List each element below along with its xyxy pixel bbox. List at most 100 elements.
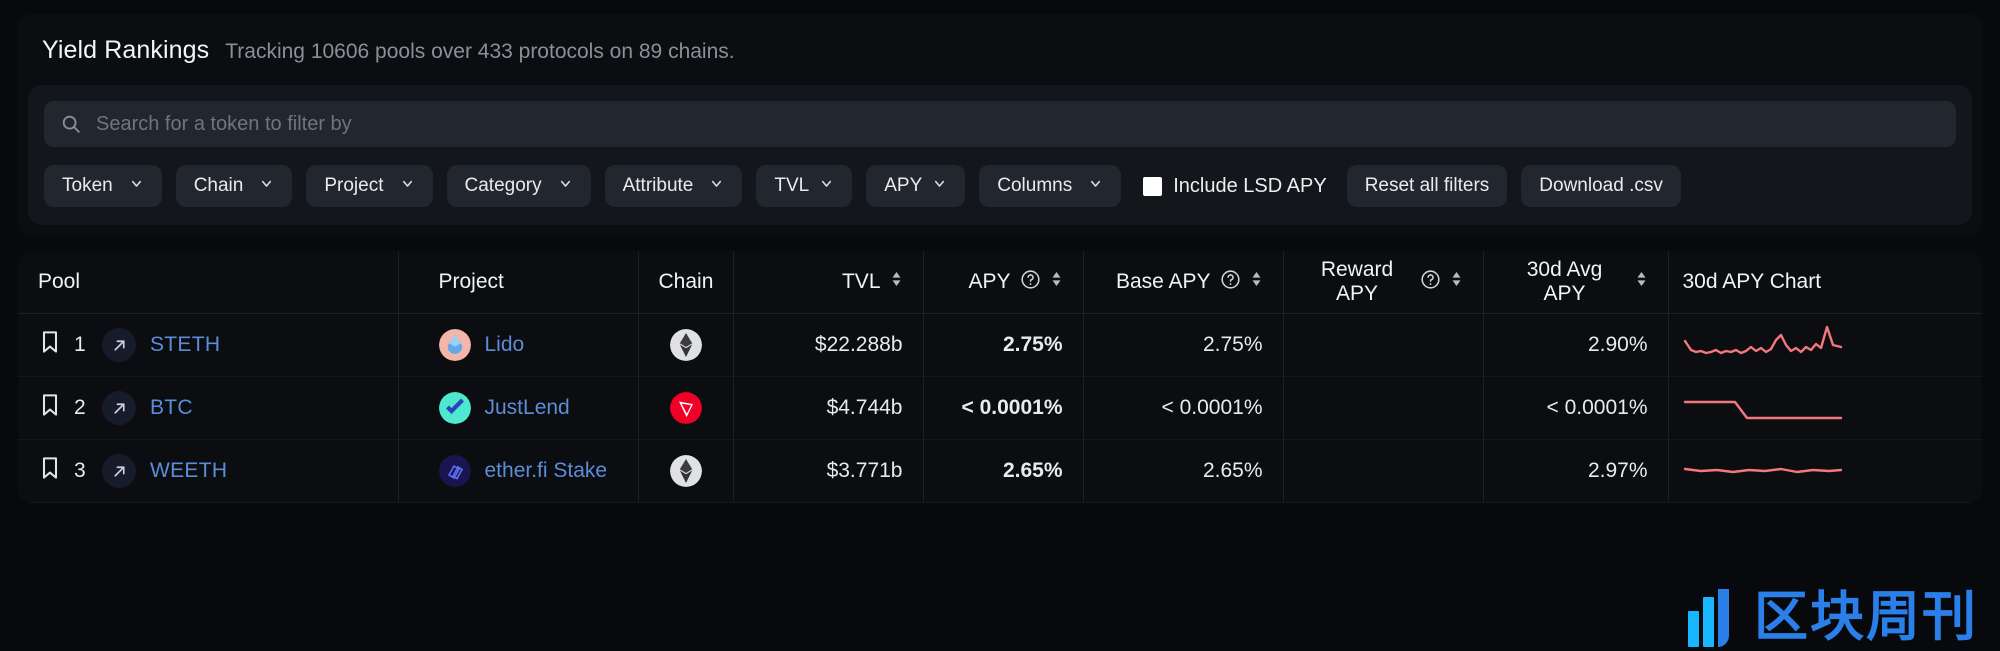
ethereum-logo (669, 329, 702, 361)
project-name[interactable]: JustLend (485, 396, 570, 420)
row-rank: 3 (74, 459, 86, 482)
include-lsd-apy-toggle[interactable]: Include LSD APY (1143, 174, 1327, 198)
base-apy-value: < 0.0001% (1161, 396, 1263, 419)
cell-30d-avg-apy: < 0.0001% (1482, 376, 1668, 440)
table-header-row: Pool Project Chain TVL APY Base APY Rewa… (18, 251, 1982, 314)
page-title: Yield Rankings (42, 36, 210, 64)
bookmark-icon[interactable] (40, 330, 60, 360)
column-header-30d-avg-apy[interactable]: 30d Avg APY (1482, 251, 1668, 314)
filter-apy-dropdown[interactable]: APY (866, 165, 966, 207)
column-header-chain[interactable]: Chain (637, 251, 733, 314)
reset-all-filters-button[interactable]: Reset all filters (1346, 165, 1508, 207)
external-link-icon[interactable] (102, 454, 136, 488)
cell-apy: 2.65% (922, 439, 1083, 503)
filter-token-label: Token (62, 175, 113, 196)
chevron-down-icon (129, 175, 144, 197)
column-header-project[interactable]: Project (397, 251, 638, 314)
cell-apy: < 0.0001% (922, 376, 1083, 440)
column-header-30d-apy-chart: 30d APY Chart (1667, 251, 1982, 314)
table-row[interactable]: 2 BTC JustLend $4.744b < 0.0001% < 0.000… (18, 376, 1982, 440)
tvl-value: $3.771b (826, 459, 903, 482)
cell-tvl: $3.771b (732, 439, 923, 503)
bookmark-icon[interactable] (40, 456, 60, 486)
filter-attribute-dropdown[interactable]: Attribute (604, 165, 743, 207)
pool-name[interactable]: BTC (150, 396, 193, 420)
project-name[interactable]: ether.fi Stake (485, 459, 608, 483)
avg-30d-value: 2.97% (1587, 459, 1648, 482)
cell-reward-apy (1282, 376, 1483, 440)
chevron-down-icon (709, 175, 724, 197)
project-name[interactable]: Lido (485, 333, 525, 357)
sort-icon[interactable] (1050, 270, 1063, 294)
filter-row: Token Chain Project Category Attribute T… (44, 165, 1956, 207)
avg-30d-value: < 0.0001% (1546, 396, 1648, 419)
table-row[interactable]: 3 WEETH ether.fi Stake $3.771b 2.65% 2.6… (18, 439, 1982, 503)
chevron-down-icon (259, 175, 274, 197)
page-header: Yield Rankings Tracking 10606 pools over… (18, 14, 1982, 85)
help-icon[interactable] (1020, 269, 1041, 296)
column-header-apy[interactable]: APY (922, 251, 1083, 314)
column-label-30d-apy-chart: 30d APY Chart (1682, 270, 1822, 293)
base-apy-value: 2.65% (1202, 459, 1263, 482)
sort-icon[interactable] (890, 270, 903, 294)
pool-name[interactable]: STETH (150, 333, 220, 357)
filter-category-dropdown[interactable]: Category (446, 165, 591, 207)
pool-name[interactable]: WEETH (150, 459, 227, 483)
table-row[interactable]: 1 STETH Lido $22.288b 2.75% 2.75% 2.90% (18, 313, 1982, 377)
external-link-icon[interactable] (102, 391, 136, 425)
column-label-project: Project (438, 270, 504, 293)
filter-tvl-label: TVL (774, 175, 810, 196)
chevron-down-icon (1088, 175, 1103, 197)
cell-pool: 2 BTC (18, 376, 398, 440)
chevron-down-icon (819, 175, 834, 197)
external-link-icon[interactable] (102, 328, 136, 362)
column-header-reward-apy[interactable]: Reward APY (1282, 251, 1483, 314)
cell-project: JustLend (397, 376, 638, 440)
filter-token-dropdown[interactable]: Token (44, 165, 162, 207)
filter-project-dropdown[interactable]: Project (306, 165, 433, 207)
watermark-logo-icon (1688, 589, 1729, 647)
avg-30d-value: 2.90% (1587, 333, 1648, 356)
column-label-tvl: TVL (841, 270, 881, 293)
column-label-pool: Pool (38, 270, 81, 293)
search-input[interactable] (96, 112, 1940, 136)
cell-pool: 3 WEETH (18, 439, 398, 503)
search-bar[interactable] (44, 101, 1956, 147)
sparkline-chart (1683, 400, 1842, 420)
column-header-base-apy[interactable]: Base APY (1082, 251, 1283, 314)
cell-30d-chart (1667, 313, 1982, 377)
top-panel: Yield Rankings Tracking 10606 pools over… (18, 14, 1982, 237)
chevron-down-icon (400, 175, 415, 197)
help-icon[interactable] (1420, 269, 1441, 296)
help-icon[interactable] (1220, 269, 1241, 296)
filter-tvl-dropdown[interactable]: TVL (756, 165, 853, 207)
bookmark-icon[interactable] (40, 393, 60, 423)
cell-30d-avg-apy: 2.90% (1482, 313, 1668, 377)
ethereum-logo (669, 455, 702, 487)
filter-chain-dropdown[interactable]: Chain (175, 165, 293, 207)
column-label-apy: APY (968, 270, 1011, 293)
chevron-down-icon (558, 175, 573, 197)
cell-project: Lido (397, 313, 638, 377)
row-rank: 2 (74, 396, 86, 419)
filter-columns-dropdown[interactable]: Columns (979, 165, 1122, 207)
cell-project: ether.fi Stake (397, 439, 638, 503)
base-apy-value: 2.75% (1202, 333, 1263, 356)
include-lsd-apy-label: Include LSD APY (1173, 174, 1327, 197)
cell-chain (637, 313, 733, 377)
tron-logo (669, 392, 702, 424)
sparkline-chart (1683, 467, 1842, 474)
column-header-tvl[interactable]: TVL (732, 251, 923, 314)
checkbox-icon[interactable] (1143, 176, 1163, 196)
sort-icon[interactable] (1250, 270, 1263, 294)
sort-icon[interactable] (1635, 270, 1648, 294)
cell-30d-chart (1667, 376, 1982, 440)
column-header-pool[interactable]: Pool (18, 251, 398, 314)
search-icon (60, 113, 82, 135)
download-csv-button[interactable]: Download .csv (1521, 165, 1681, 207)
cell-apy: 2.75% (922, 313, 1083, 377)
sort-icon[interactable] (1450, 270, 1463, 294)
cell-30d-avg-apy: 2.97% (1482, 439, 1668, 503)
cell-pool: 1 STETH (18, 313, 398, 377)
tvl-value: $22.288b (814, 333, 903, 356)
